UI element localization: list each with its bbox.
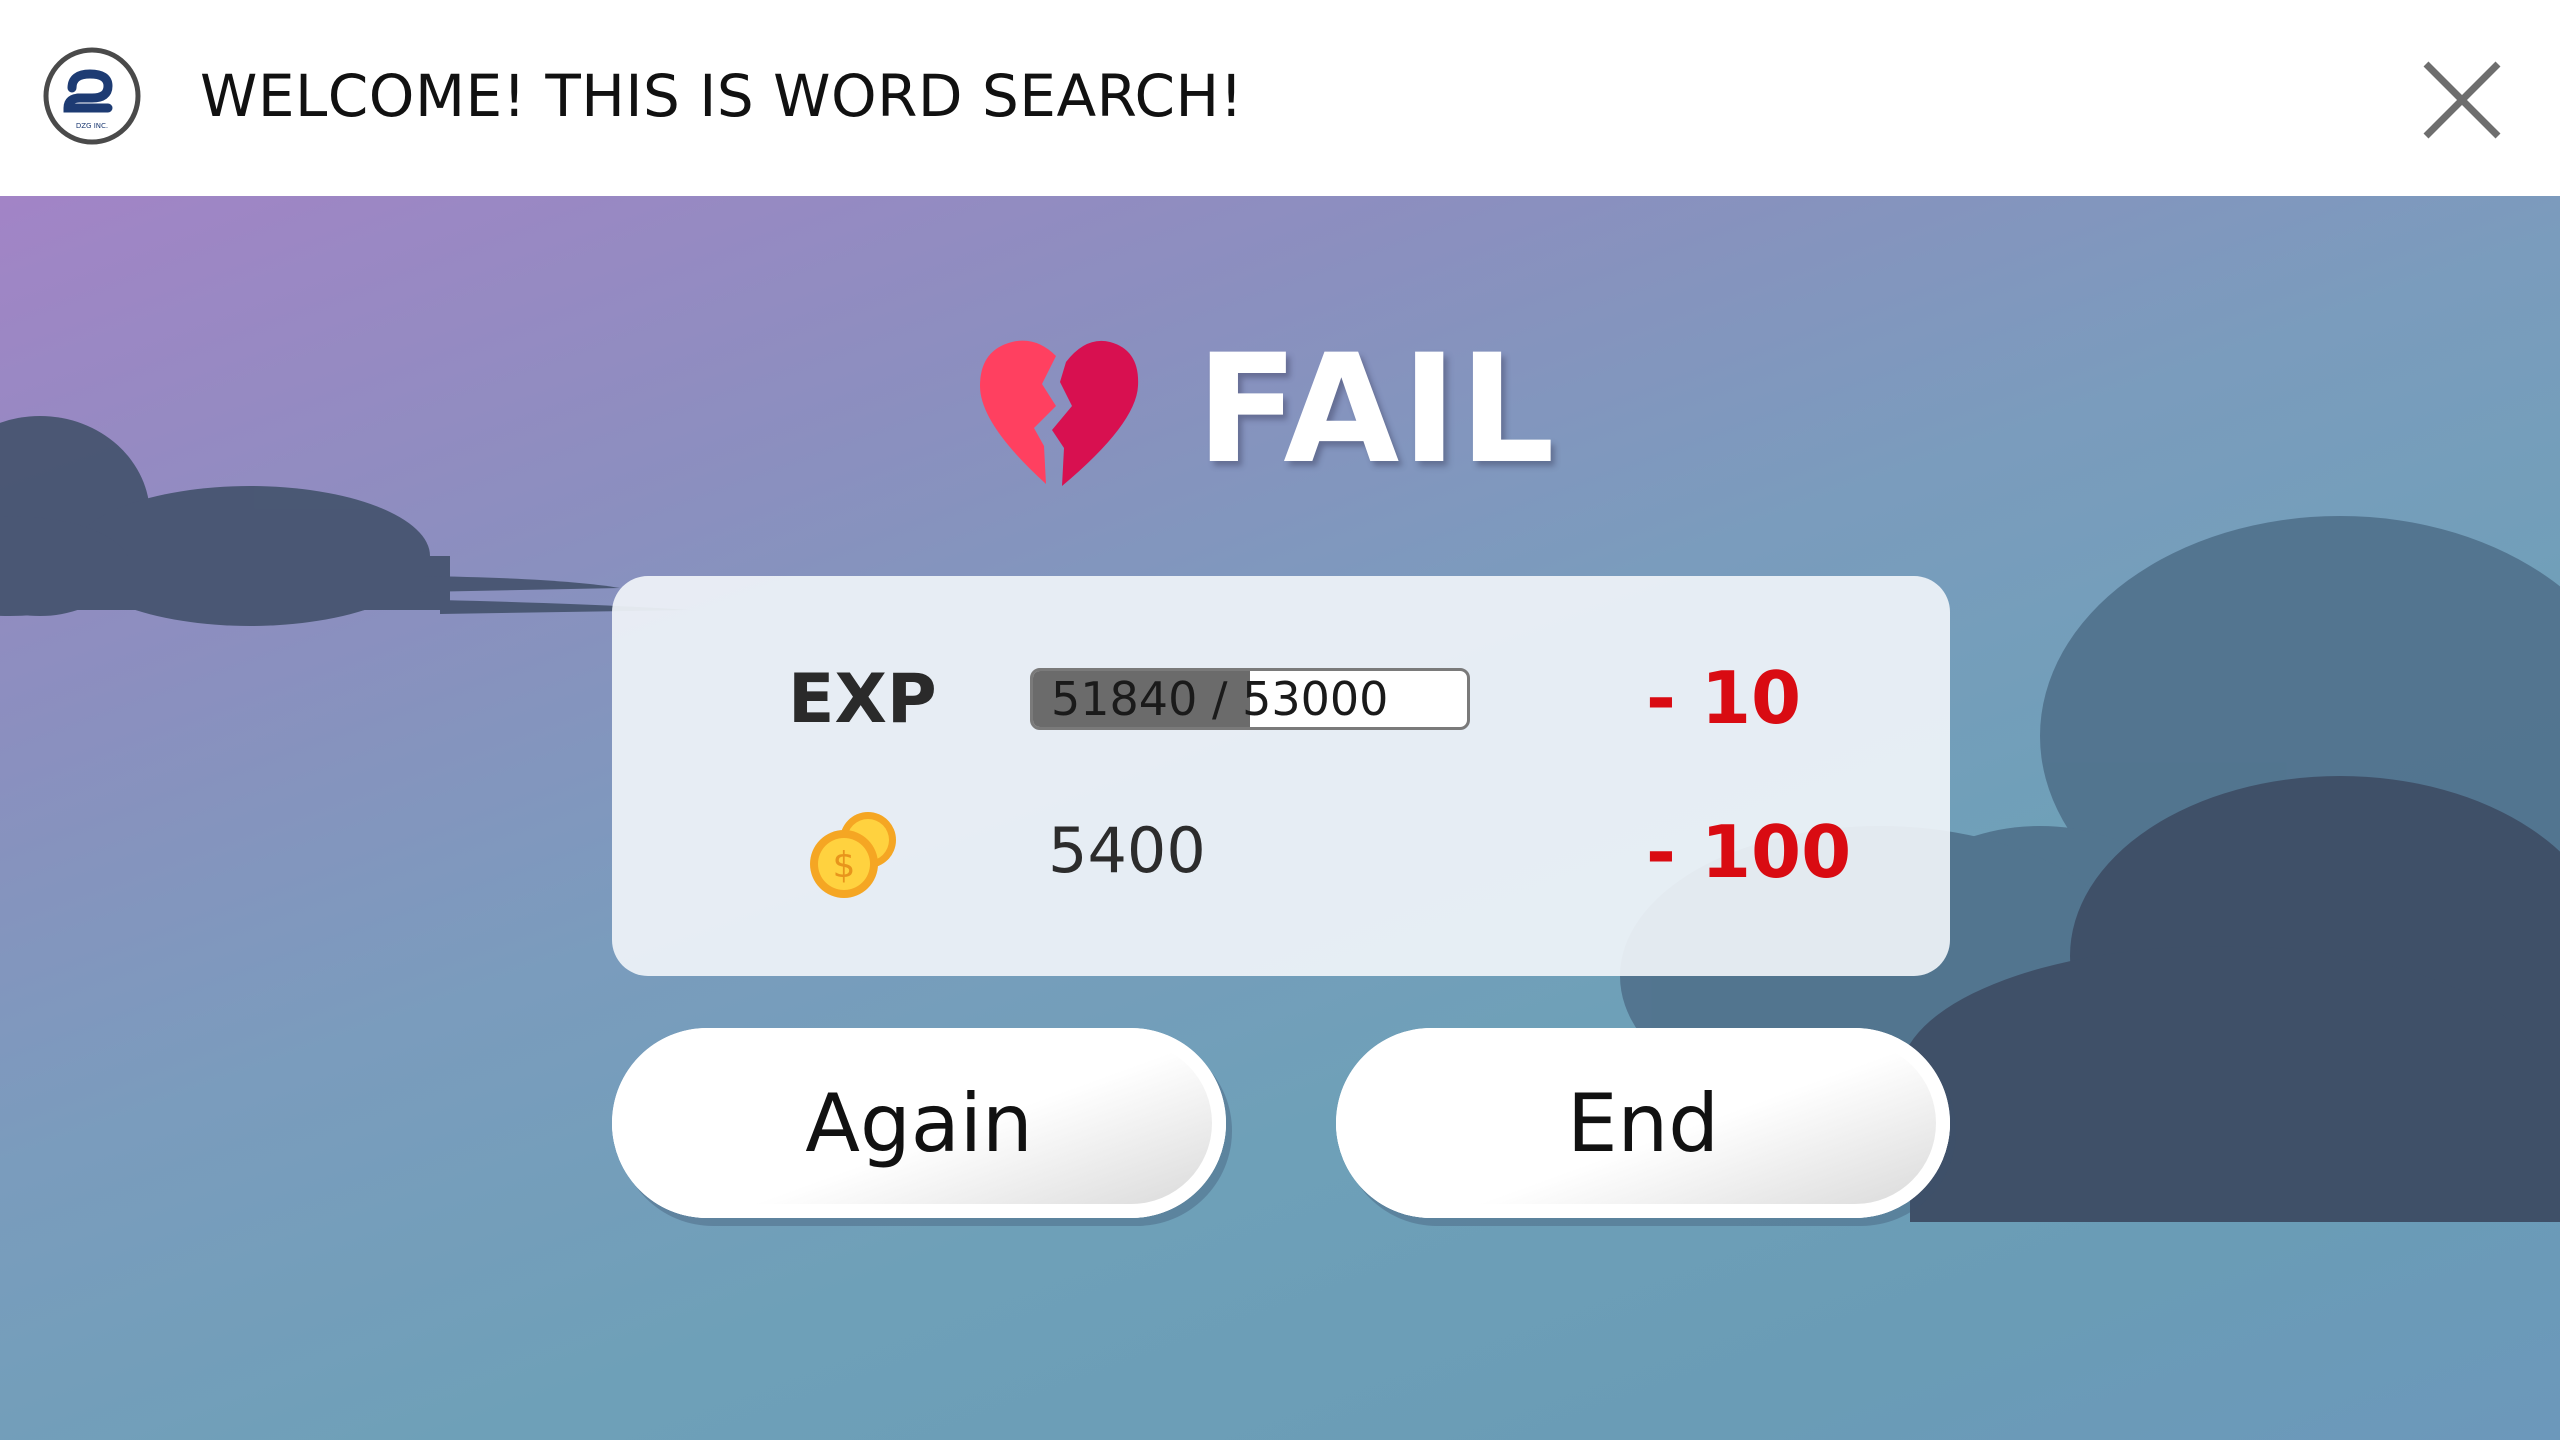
exp-change: - 10 [1646, 656, 1802, 740]
coins-icon: $ [810, 812, 896, 898]
logo-icon: DZG INC. [43, 47, 141, 145]
exp-label: EXP [788, 660, 937, 739]
again-button[interactable]: Again [612, 1028, 1226, 1218]
exp-progress-text: 51840 / 53000 [1051, 672, 1389, 726]
coin-balance: 5400 [1048, 814, 1206, 887]
broken-heart-icon [980, 340, 1139, 486]
exp-progress-bar: 51840 / 53000 [1030, 668, 1470, 730]
logo-text: DZG INC. [76, 122, 108, 130]
svg-text:$: $ [833, 845, 856, 886]
game-window: DZG INC. WELCOME! THIS IS WORD SEARCH! F… [0, 0, 2560, 1440]
again-button-label: Again [805, 1076, 1033, 1170]
end-button-label: End [1566, 1076, 1720, 1170]
header-bar: DZG INC. WELCOME! THIS IS WORD SEARCH! [0, 0, 2560, 196]
close-icon[interactable] [2414, 52, 2510, 148]
coin-change: - 100 [1646, 810, 1852, 894]
result-panel [612, 576, 1950, 976]
header-title: WELCOME! THIS IS WORD SEARCH! [200, 62, 1244, 130]
end-button[interactable]: End [1336, 1028, 1950, 1218]
result-title: FAIL [1196, 323, 1557, 497]
